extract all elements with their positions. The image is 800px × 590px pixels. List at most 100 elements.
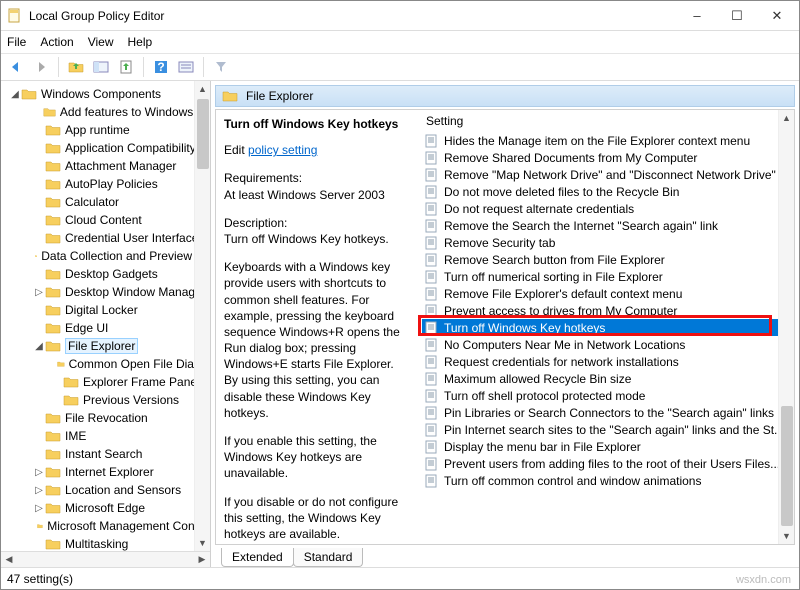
tree-item[interactable]: Common Open File Dialog — [5, 355, 210, 373]
setting-label: Pin Libraries or Search Connectors to th… — [444, 406, 787, 420]
scroll-thumb[interactable] — [781, 406, 793, 526]
setting-row[interactable]: Do not move deleted files to the Recycle… — [422, 183, 790, 200]
tree-item[interactable]: ▷Location and Sensors — [5, 481, 210, 499]
tree-item[interactable]: Data Collection and Preview Bu — [5, 247, 210, 265]
policy-icon — [424, 457, 440, 471]
menu-view[interactable]: View — [88, 35, 114, 49]
tree-item[interactable]: ▷Microsoft Edge — [5, 499, 210, 517]
expand-icon[interactable]: ▷ — [33, 503, 45, 514]
maximize-button[interactable]: ☐ — [717, 2, 757, 30]
tree-item[interactable]: Cloud Content — [5, 211, 210, 229]
folder-up-button[interactable] — [65, 56, 87, 78]
tree-item[interactable]: Calculator — [5, 193, 210, 211]
menu-file[interactable]: File — [7, 35, 26, 49]
setting-row[interactable]: Turn off shell protocol protected mode — [422, 387, 790, 404]
tree-item[interactable]: Microsoft Management Consol — [5, 517, 210, 535]
tree-item[interactable]: ▷ Internet Explorer — [5, 463, 210, 481]
tree-item[interactable]: Digital Locker — [5, 301, 210, 319]
expand-icon[interactable]: ▷ — [33, 287, 45, 298]
setting-row[interactable]: Turn off Windows Key hotkeys — [422, 319, 790, 336]
setting-row[interactable]: Pin Internet search sites to the "Search… — [422, 421, 790, 438]
menu-action[interactable]: Action — [40, 35, 73, 49]
tree-item[interactable]: File Revocation — [5, 409, 210, 427]
tree-item[interactable]: Attachment Manager — [5, 157, 210, 175]
setting-label: Remove Search button from File Explorer — [444, 253, 665, 267]
expand-icon[interactable]: ▷ — [33, 485, 45, 496]
settings-list[interactable]: Hides the Manage item on the File Explor… — [418, 130, 794, 491]
tree-item[interactable]: Credential User Interface — [5, 229, 210, 247]
properties-button[interactable] — [175, 56, 197, 78]
column-header-setting[interactable]: Setting — [418, 110, 794, 130]
tree-item-label: Data Collection and Preview Bu — [41, 249, 210, 263]
setting-row[interactable]: Pin Libraries or Search Connectors to th… — [422, 404, 790, 421]
setting-row[interactable]: Prevent users from adding files to the r… — [422, 455, 790, 472]
expand-icon[interactable]: ◢ — [33, 341, 45, 352]
tree-item[interactable]: ◢Windows Components — [5, 85, 210, 103]
tab-extended[interactable]: Extended — [221, 548, 294, 567]
policy-setting-link[interactable]: policy setting — [248, 143, 317, 157]
setting-row[interactable]: Remove Shared Documents from My Computer — [422, 149, 790, 166]
tree-item[interactable]: Desktop Gadgets — [5, 265, 210, 283]
setting-row[interactable]: Remove Search button from File Explorer — [422, 251, 790, 268]
scroll-right-icon[interactable]: ▶ — [194, 553, 210, 567]
setting-row[interactable]: Remove File Explorer's default context m… — [422, 285, 790, 302]
setting-row[interactable]: No Computers Near Me in Network Location… — [422, 336, 790, 353]
tree-item[interactable]: Add features to Windows 10 — [5, 103, 210, 121]
setting-row[interactable]: Hides the Manage item on the File Explor… — [422, 132, 790, 149]
setting-row[interactable]: Maximum allowed Recycle Bin size — [422, 370, 790, 387]
policy-icon — [424, 355, 440, 369]
scroll-left-icon[interactable]: ◀ — [1, 553, 17, 567]
tree-item[interactable]: Previous Versions — [5, 391, 210, 409]
scroll-up-icon[interactable]: ▲ — [195, 81, 210, 97]
close-button[interactable]: ✕ — [757, 2, 797, 30]
window-title: Local Group Policy Editor — [29, 9, 677, 23]
show-hide-tree-button[interactable] — [90, 56, 112, 78]
expand-icon[interactable]: ▷ — [33, 467, 45, 478]
setting-label: No Computers Near Me in Network Location… — [444, 338, 685, 352]
setting-row[interactable]: Turn off numerical sorting in File Explo… — [422, 268, 790, 285]
tree-item[interactable]: ▷Desktop Window Manager — [5, 283, 210, 301]
toolbar-separator — [203, 57, 204, 77]
tab-standard[interactable]: Standard — [293, 548, 364, 567]
setting-row[interactable]: Request credentials for network installa… — [422, 353, 790, 370]
scroll-thumb[interactable] — [197, 99, 209, 169]
view-tabs: Extended Standard — [215, 545, 795, 567]
scroll-up-icon[interactable]: ▲ — [779, 110, 794, 126]
tree-item[interactable]: Edge UI — [5, 319, 210, 337]
tree-item[interactable]: IME — [5, 427, 210, 445]
back-button[interactable] — [5, 56, 27, 78]
requirements-label: Requirements: — [224, 170, 410, 186]
forward-button[interactable] — [30, 56, 52, 78]
tree-item[interactable]: App runtime — [5, 121, 210, 139]
setting-row[interactable]: Display the menu bar in File Explorer — [422, 438, 790, 455]
setting-row[interactable]: Remove "Map Network Drive" and "Disconne… — [422, 166, 790, 183]
setting-row[interactable]: Turn off common control and window anima… — [422, 472, 790, 489]
minimize-button[interactable]: – — [677, 2, 717, 30]
export-button[interactable] — [115, 56, 137, 78]
setting-label: Do not request alternate credentials — [444, 202, 634, 216]
scroll-down-icon[interactable]: ▼ — [779, 528, 794, 544]
tree-item[interactable]: Application Compatibility — [5, 139, 210, 157]
tree-item-label: Internet Explorer — [65, 465, 154, 479]
scroll-down-icon[interactable]: ▼ — [195, 535, 210, 551]
settings-vertical-scrollbar[interactable]: ▲ ▼ — [778, 110, 794, 544]
nav-tree[interactable]: ◢Windows ComponentsAdd features to Windo… — [1, 85, 210, 551]
tree-item[interactable]: Explorer Frame Pane — [5, 373, 210, 391]
filter-button[interactable] — [210, 56, 232, 78]
menu-bar: File Action View Help — [1, 31, 799, 53]
setting-row[interactable]: Do not request alternate credentials — [422, 200, 790, 217]
setting-label: Prevent users from adding files to the r… — [444, 457, 780, 471]
tree-item[interactable]: ◢File Explorer — [5, 337, 210, 355]
setting-row[interactable]: Remove the Search the Internet "Search a… — [422, 217, 790, 234]
tree-horizontal-scrollbar[interactable]: ◀ ▶ — [1, 551, 210, 567]
help-button[interactable]: ? — [150, 56, 172, 78]
tree-item[interactable]: Multitasking — [5, 535, 210, 551]
tree-item[interactable]: Instant Search — [5, 445, 210, 463]
expand-icon[interactable]: ◢ — [9, 89, 21, 100]
setting-row[interactable]: Remove Security tab — [422, 234, 790, 251]
tree-vertical-scrollbar[interactable]: ▲ ▼ — [194, 81, 210, 551]
menu-help[interactable]: Help — [128, 35, 153, 49]
description-panel: Turn off Windows Key hotkeys Edit policy… — [216, 110, 418, 544]
setting-row[interactable]: Prevent access to drives from My Compute… — [422, 302, 790, 319]
tree-item[interactable]: AutoPlay Policies — [5, 175, 210, 193]
